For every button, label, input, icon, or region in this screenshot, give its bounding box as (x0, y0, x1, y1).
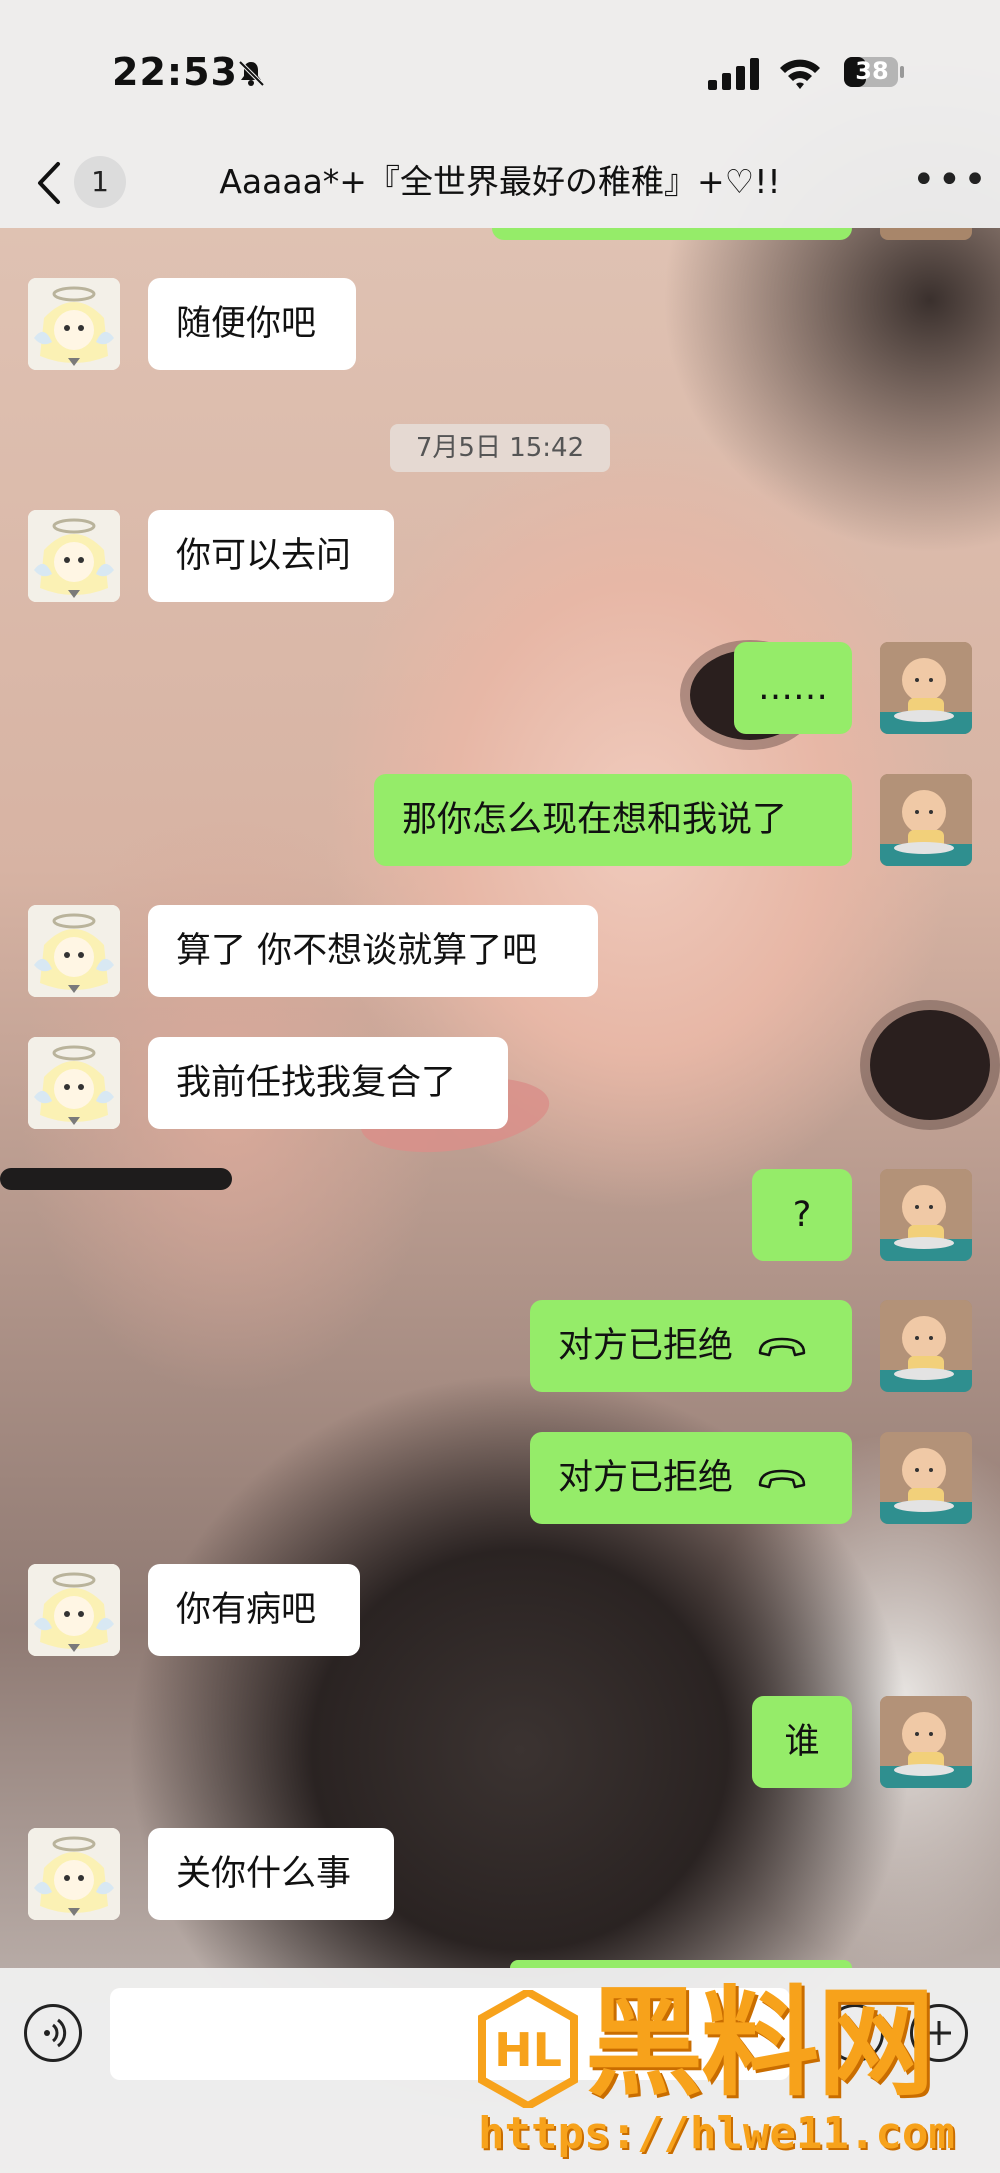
message-text: 你有病吧 (176, 1590, 317, 1630)
contact-avatar[interactable] (28, 905, 120, 997)
message-bubble[interactable]: 对方已拒绝 (530, 1432, 852, 1524)
message-bubble[interactable]: 算了 你不想谈就算了吧 (148, 905, 598, 997)
baby-avatar-icon (880, 642, 972, 734)
angel-avatar-icon (28, 905, 120, 997)
angel-avatar-icon (28, 278, 120, 370)
message-text: 你可以去问 (176, 536, 352, 576)
status-time: 22:53 (112, 50, 238, 94)
message-bubble[interactable]: 那你怎么现在想和我说了 (374, 774, 852, 866)
self-avatar[interactable] (880, 1169, 972, 1261)
status-bar: 22:53 38 (0, 0, 1000, 140)
message-bubble[interactable]: 对方已拒绝 (530, 1300, 852, 1392)
self-avatar[interactable] (880, 642, 972, 734)
voice-input-button[interactable] (24, 2004, 82, 2062)
message-timestamp: 7月5日 15:42 (390, 424, 610, 472)
watermark-logo-icon: HL (478, 1990, 578, 2108)
unread-count-badge[interactable]: 1 (74, 156, 126, 208)
message-text: 那你怎么现在想和我说了 (402, 800, 788, 840)
message-text: ? (792, 1195, 812, 1235)
baby-avatar-icon (880, 1300, 972, 1392)
angel-avatar-icon (28, 1564, 120, 1656)
cellular-signal-icon (708, 58, 759, 90)
chat-header: 1 Aaaaa*+『全世界最好の稚稚』+♡!! ••• (0, 140, 1000, 228)
phone-hangup-icon (758, 1469, 806, 1489)
baby-avatar-icon (880, 1169, 972, 1261)
watermark-brand: 黑料网 (585, 1974, 935, 2112)
message-text: 谁 (784, 1722, 820, 1762)
contact-avatar[interactable] (28, 1828, 120, 1920)
back-chevron-icon[interactable] (28, 156, 70, 210)
message-bubble[interactable]: 谁 (752, 1696, 852, 1788)
mute-bell-icon (238, 60, 265, 87)
wifi-icon (780, 59, 820, 89)
self-avatar[interactable] (880, 1300, 972, 1392)
self-avatar[interactable] (880, 774, 972, 866)
message-text: …… (758, 668, 828, 708)
angel-avatar-icon (28, 1828, 120, 1920)
message-bubble[interactable]: 你有病吧 (148, 1564, 360, 1656)
message-bubble[interactable]: 随便你吧 (148, 278, 356, 370)
message-bubble[interactable]: 我前任找我复合了 (148, 1037, 508, 1129)
chat-title: Aaaaa*+『全世界最好の稚稚』+♡!! (219, 162, 781, 201)
photo-eye-lower (870, 1010, 990, 1120)
self-avatar[interactable] (880, 1432, 972, 1524)
angel-avatar-icon (28, 510, 120, 602)
message-text: 对方已拒绝 (558, 1326, 734, 1366)
svg-text:HL: HL (494, 2023, 562, 2077)
more-options-icon[interactable]: ••• (912, 160, 987, 204)
message-bubble[interactable]: 关你什么事 (148, 1828, 394, 1920)
self-avatar-partial (880, 228, 972, 240)
baby-avatar-icon (880, 774, 972, 866)
partial-message-bubble-bottom (510, 1960, 852, 1968)
baby-avatar-icon (880, 1696, 972, 1788)
message-text: 关你什么事 (176, 1854, 352, 1894)
message-bubble[interactable]: 你可以去问 (148, 510, 394, 602)
phone-hangup-icon (758, 1337, 806, 1357)
message-bubble[interactable]: …… (734, 642, 852, 734)
partial-message-bubble (492, 228, 852, 240)
message-text: 对方已拒绝 (558, 1458, 734, 1498)
contact-avatar[interactable] (28, 278, 120, 370)
baby-avatar-icon (880, 1432, 972, 1524)
battery-percent: 38 (855, 57, 889, 85)
message-text: 随便你吧 (176, 304, 317, 344)
self-avatar[interactable] (880, 1696, 972, 1788)
contact-avatar[interactable] (28, 1564, 120, 1656)
message-text: 算了 你不想谈就算了吧 (176, 931, 538, 971)
contact-avatar[interactable] (28, 510, 120, 602)
photo-wristband (0, 1168, 232, 1190)
message-text: 我前任找我复合了 (176, 1063, 457, 1103)
contact-avatar[interactable] (28, 1037, 120, 1129)
watermark-url: https://hlwe11.com (478, 2108, 955, 2159)
angel-avatar-icon (28, 1037, 120, 1129)
message-bubble[interactable]: ? (752, 1169, 852, 1261)
voice-wave-icon (44, 2018, 67, 2048)
